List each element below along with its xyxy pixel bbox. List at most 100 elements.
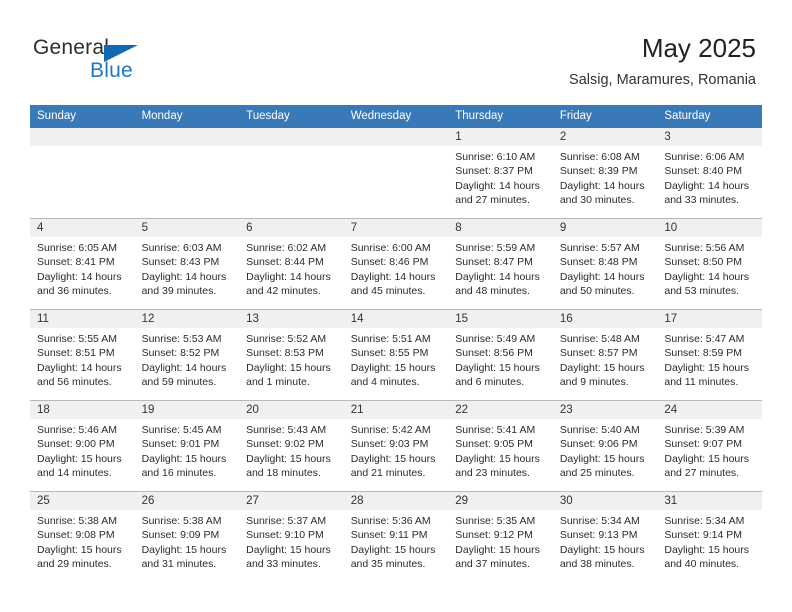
page-title: May 2025 bbox=[641, 33, 756, 63]
sunrise-text: Sunrise: 5:43 AM bbox=[246, 424, 327, 436]
calendar-day-cell[interactable]: 31 Sunrise: 5:34 AM Sunset: 9:14 PM Dayligh… bbox=[657, 491, 762, 582]
calendar-day-cell[interactable]: 23 Sunrise: 5:40 AM Sunset: 9:06 PM Dayligh… bbox=[552, 400, 658, 492]
sunset-text: Sunset: 8:37 PM bbox=[455, 165, 533, 178]
calendar-day-cell[interactable]: 8 Sunrise: 5:59 AM Sunset: 8:47 PM Daylight… bbox=[448, 218, 553, 310]
sunrise-text: Sunrise: 5:40 AM bbox=[559, 424, 640, 436]
day-sun-info: Sunrise: 6:05 AM Sunset: 8:41 PM Daylight:… bbox=[30, 237, 135, 299]
calendar-day-cell[interactable] bbox=[239, 128, 344, 219]
calendar-day-cell[interactable] bbox=[343, 128, 449, 219]
calendar-day-cell[interactable] bbox=[134, 128, 240, 219]
sunrise-text: Sunrise: 5:59 AM bbox=[455, 242, 536, 254]
day-number: 25 bbox=[30, 492, 135, 510]
sunset-text: Sunset: 8:50 PM bbox=[664, 256, 743, 269]
calendar-day-cell[interactable]: 22 Sunrise: 5:41 AM Sunset: 9:05 PM Dayligh… bbox=[448, 400, 553, 492]
day-sun-info: Sunrise: 5:34 AM Sunset: 9:13 PM Daylight:… bbox=[553, 510, 658, 572]
day-number: 1 bbox=[448, 128, 553, 146]
day-cell-content: 4 Sunrise: 6:05 AM Sunset: 8:41 PM Daylight… bbox=[30, 219, 135, 309]
calendar-day-cell[interactable]: 24 Sunrise: 5:39 AM Sunset: 9:07 PM Dayligh… bbox=[657, 400, 762, 492]
calendar-day-cell[interactable]: 9 Sunrise: 5:57 AM Sunset: 8:48 PM Daylight… bbox=[552, 218, 658, 310]
calendar-day-cell[interactable]: 5 Sunrise: 6:03 AM Sunset: 8:43 PM Daylight… bbox=[134, 218, 240, 310]
calendar-day-cell[interactable]: 16 Sunrise: 5:48 AM Sunset: 8:57 PM Dayligh… bbox=[552, 309, 658, 401]
calendar-day-cell[interactable]: 15 Sunrise: 5:49 AM Sunset: 8:56 PM Dayligh… bbox=[448, 309, 553, 401]
daylight-text: Daylight: 14 hours and 36 minutes. bbox=[37, 270, 122, 298]
day-cell-content: 5 Sunrise: 6:03 AM Sunset: 8:43 PM Daylight… bbox=[134, 219, 240, 309]
day-cell-content: 31 Sunrise: 5:34 AM Sunset: 9:14 PM Dayligh… bbox=[657, 492, 762, 582]
sunrise-text: Sunrise: 5:34 AM bbox=[559, 515, 640, 527]
daylight-text: Daylight: 14 hours and 48 minutes. bbox=[455, 270, 540, 298]
calendar-body: 1 Sunrise: 6:10 AM Sunset: 8:37 PM Daylight… bbox=[30, 128, 762, 582]
day-sun-info: Sunrise: 5:52 AM Sunset: 8:53 PM Daylight:… bbox=[239, 328, 344, 390]
calendar-day-cell[interactable]: 17 Sunrise: 5:47 AM Sunset: 8:59 PM Dayligh… bbox=[657, 309, 762, 401]
calendar-day-cell[interactable]: 19 Sunrise: 5:45 AM Sunset: 9:01 PM Dayligh… bbox=[134, 400, 240, 492]
day-cell-content: 17 Sunrise: 5:47 AM Sunset: 8:59 PM Dayligh… bbox=[657, 310, 762, 400]
day-number: 29 bbox=[448, 492, 553, 510]
sunrise-text: Sunrise: 6:06 AM bbox=[664, 151, 745, 163]
calendar-day-cell[interactable]: 18 Sunrise: 5:46 AM Sunset: 9:00 PM Dayligh… bbox=[30, 400, 135, 492]
sunrise-text: Sunrise: 5:42 AM bbox=[350, 424, 431, 436]
day-number: 8 bbox=[448, 219, 553, 237]
day-sun-info: Sunrise: 5:38 AM Sunset: 9:08 PM Daylight:… bbox=[30, 510, 135, 572]
calendar-day-cell[interactable]: 14 Sunrise: 5:51 AM Sunset: 8:55 PM Dayligh… bbox=[343, 309, 449, 401]
day-sun-info: Sunrise: 5:46 AM Sunset: 9:00 PM Daylight:… bbox=[30, 419, 135, 481]
daylight-text: Daylight: 15 hours and 21 minutes. bbox=[350, 452, 436, 480]
calendar-day-cell[interactable]: 12 Sunrise: 5:53 AM Sunset: 8:52 PM Dayligh… bbox=[134, 309, 240, 401]
day-sun-info: Sunrise: 5:57 AM Sunset: 8:48 PM Daylight:… bbox=[553, 237, 658, 299]
calendar-day-cell[interactable]: 7 Sunrise: 6:00 AM Sunset: 8:46 PM Daylight… bbox=[343, 218, 449, 310]
sunrise-text: Sunrise: 5:56 AM bbox=[664, 242, 745, 254]
calendar-day-cell[interactable]: 29 Sunrise: 5:35 AM Sunset: 9:12 PM Dayligh… bbox=[448, 491, 553, 582]
calendar-day-cell[interactable]: 21 Sunrise: 5:42 AM Sunset: 9:03 PM Dayligh… bbox=[343, 400, 449, 492]
sunrise-text: Sunrise: 5:38 AM bbox=[141, 515, 222, 527]
day-cell-content: 22 Sunrise: 5:41 AM Sunset: 9:05 PM Dayligh… bbox=[448, 401, 553, 491]
calendar-day-cell[interactable]: 3 Sunrise: 6:06 AM Sunset: 8:40 PM Daylight… bbox=[657, 128, 762, 219]
weekday-header-tuesday: Tuesday bbox=[239, 105, 344, 128]
page-subtitle: Salsig, Maramures, Romania bbox=[569, 72, 756, 88]
day-cell-content: 18 Sunrise: 5:46 AM Sunset: 9:00 PM Dayligh… bbox=[30, 401, 135, 491]
sunrise-text: Sunrise: 5:52 AM bbox=[246, 333, 327, 345]
calendar-day-cell[interactable]: 28 Sunrise: 5:36 AM Sunset: 9:11 PM Dayligh… bbox=[343, 491, 449, 582]
calendar-day-cell[interactable]: 20 Sunrise: 5:43 AM Sunset: 9:02 PM Dayligh… bbox=[239, 400, 344, 492]
day-number: 27 bbox=[239, 492, 344, 510]
day-sun-info: Sunrise: 5:37 AM Sunset: 9:10 PM Daylight:… bbox=[239, 510, 344, 572]
daylight-text: Daylight: 15 hours and 33 minutes. bbox=[246, 543, 331, 571]
sunset-text: Sunset: 9:00 PM bbox=[37, 438, 115, 451]
daylight-text: Daylight: 15 hours and 18 minutes. bbox=[246, 452, 331, 480]
sunset-text: Sunset: 9:05 PM bbox=[455, 438, 533, 451]
day-cell-content: 12 Sunrise: 5:53 AM Sunset: 8:52 PM Dayligh… bbox=[134, 310, 240, 400]
calendar-day-cell[interactable]: 13 Sunrise: 5:52 AM Sunset: 8:53 PM Dayligh… bbox=[239, 309, 344, 401]
page-header: General Blue May 2025 Salsig, Maramures,… bbox=[0, 0, 792, 100]
calendar-day-cell[interactable]: 1 Sunrise: 6:10 AM Sunset: 8:37 PM Daylight… bbox=[448, 128, 553, 219]
day-number: 14 bbox=[343, 310, 449, 328]
daylight-text: Daylight: 15 hours and 40 minutes. bbox=[664, 543, 750, 571]
calendar-day-cell[interactable]: 2 Sunrise: 6:08 AM Sunset: 8:39 PM Daylight… bbox=[552, 128, 658, 219]
calendar-table: Sunday Monday Tuesday Wednesday Thursday… bbox=[30, 105, 762, 582]
day-number: 11 bbox=[30, 310, 135, 328]
calendar-day-cell[interactable]: 27 Sunrise: 5:37 AM Sunset: 9:10 PM Dayligh… bbox=[239, 491, 344, 582]
sunset-text: Sunset: 9:10 PM bbox=[246, 529, 324, 542]
day-cell-content: 20 Sunrise: 5:43 AM Sunset: 9:02 PM Dayligh… bbox=[239, 401, 344, 491]
calendar-day-cell[interactable]: 26 Sunrise: 5:38 AM Sunset: 9:09 PM Dayligh… bbox=[134, 491, 240, 582]
calendar-day-cell[interactable]: 10 Sunrise: 5:56 AM Sunset: 8:50 PM Dayligh… bbox=[657, 218, 762, 310]
sunset-text: Sunset: 8:48 PM bbox=[559, 256, 638, 269]
day-number: 24 bbox=[657, 401, 762, 419]
calendar-day-cell[interactable]: 11 Sunrise: 5:55 AM Sunset: 8:51 PM Dayligh… bbox=[30, 309, 135, 401]
day-cell-content: 21 Sunrise: 5:42 AM Sunset: 9:03 PM Dayligh… bbox=[343, 401, 449, 491]
calendar-day-cell[interactable]: 25 Sunrise: 5:38 AM Sunset: 9:08 PM Dayligh… bbox=[30, 491, 135, 582]
day-sun-info: Sunrise: 5:34 AM Sunset: 9:14 PM Daylight:… bbox=[657, 510, 762, 572]
daylight-text: Daylight: 15 hours and 1 minute. bbox=[246, 361, 331, 389]
day-cell-content: 16 Sunrise: 5:48 AM Sunset: 8:57 PM Dayligh… bbox=[552, 310, 658, 400]
calendar-day-cell[interactable]: 4 Sunrise: 6:05 AM Sunset: 8:41 PM Daylight… bbox=[30, 218, 135, 310]
day-number: 30 bbox=[552, 492, 658, 510]
daylight-text: Daylight: 15 hours and 4 minutes. bbox=[350, 361, 436, 389]
daylight-text: Daylight: 15 hours and 35 minutes. bbox=[350, 543, 436, 571]
day-cell-content: 28 Sunrise: 5:36 AM Sunset: 9:11 PM Dayligh… bbox=[343, 492, 449, 582]
day-cell-content: 29 Sunrise: 5:35 AM Sunset: 9:12 PM Dayligh… bbox=[448, 492, 553, 582]
day-number: 9 bbox=[552, 219, 658, 237]
calendar-day-cell[interactable]: 30 Sunrise: 5:34 AM Sunset: 9:13 PM Dayligh… bbox=[552, 491, 658, 582]
daylight-text: Daylight: 15 hours and 23 minutes. bbox=[455, 452, 540, 480]
calendar-day-cell[interactable] bbox=[30, 128, 135, 219]
daylight-text: Daylight: 15 hours and 14 minutes. bbox=[37, 452, 122, 480]
calendar-day-cell[interactable]: 6 Sunrise: 6:02 AM Sunset: 8:44 PM Daylight… bbox=[239, 218, 344, 310]
sunrise-text: Sunrise: 5:49 AM bbox=[455, 333, 536, 345]
brand-logo[interactable]: General Blue bbox=[33, 36, 263, 86]
day-cell-content: 23 Sunrise: 5:40 AM Sunset: 9:06 PM Dayligh… bbox=[552, 401, 658, 491]
